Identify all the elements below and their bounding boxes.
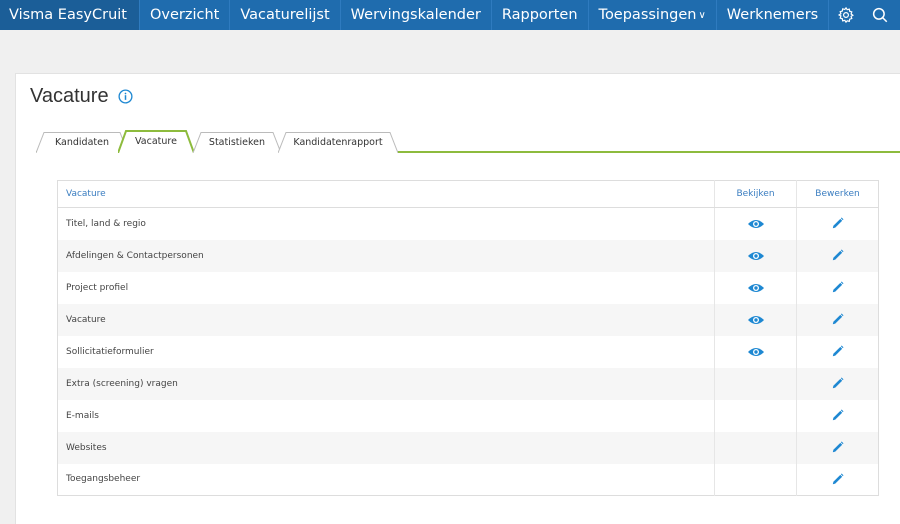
- nav-item-toepassingen[interactable]: Toepassingen ∨: [589, 0, 717, 30]
- row-label: E-mails: [66, 410, 99, 421]
- info-icon[interactable]: [118, 89, 133, 104]
- table-row: Toegangsbeheer: [58, 463, 879, 496]
- table-row: Websites: [57, 431, 879, 464]
- pencil-icon[interactable]: [830, 280, 845, 295]
- edit-cell: [796, 431, 879, 464]
- pencil-icon[interactable]: [830, 312, 845, 327]
- pencil-icon[interactable]: [830, 216, 845, 231]
- edit-cell: [796, 463, 879, 496]
- pencil-icon[interactable]: [830, 440, 845, 455]
- table-row: Titel, land & regio: [58, 207, 879, 240]
- table-row: Sollicitatieformulier: [58, 335, 879, 368]
- table-row: Extra (screening) vragen: [57, 367, 879, 400]
- edit-cell: [796, 399, 879, 432]
- tab-statistieken-label: Statistieken: [208, 137, 266, 148]
- row-label: Extra (screening) vragen: [57, 367, 715, 400]
- pencil-icon[interactable]: [830, 472, 845, 487]
- page-title-text: Vacature: [30, 85, 109, 107]
- tab-kandidaten[interactable]: Kandidaten: [36, 132, 128, 153]
- edit-cell: [796, 239, 879, 272]
- row-label: Project profiel: [66, 282, 129, 293]
- tab-bar: Kandidaten Vacature Statistieken Kandida…: [16, 130, 900, 155]
- vacancy-sections-table: Vacature Bekijken Bewerken Titel, land &…: [57, 180, 879, 496]
- tab-kandidatenrapport[interactable]: Kandidatenrapport: [278, 132, 398, 153]
- view-cell: [714, 207, 797, 240]
- edit-cell: [796, 303, 879, 336]
- eye-icon[interactable]: [747, 250, 765, 262]
- pencil-icon[interactable]: [830, 344, 845, 359]
- edit-cell: [796, 335, 879, 368]
- eye-icon[interactable]: [747, 282, 765, 294]
- top-navigation: Visma EasyCruit Overzicht Vacaturelijst …: [0, 0, 900, 30]
- tab-statistieken[interactable]: Statistieken: [193, 132, 281, 153]
- row-label: Afdelingen & Contactpersonen: [57, 239, 715, 272]
- view-cell: [714, 431, 797, 464]
- nav-item-toepassingen-label: Toepassingen: [598, 7, 697, 23]
- nav-item-vacaturelijst[interactable]: Vacaturelijst: [230, 0, 341, 30]
- content-panel: Vacature Kandidaten Vacature Statistieke…: [15, 73, 900, 524]
- view-cell: [714, 463, 797, 496]
- nav-item-overzicht[interactable]: Overzicht: [140, 0, 231, 30]
- tab-kandidaten-label: Kandidaten: [54, 137, 110, 148]
- view-cell: [714, 399, 797, 432]
- nav-item-rapporten[interactable]: Rapporten: [492, 0, 589, 30]
- row-label: Sollicitatieformulier: [66, 346, 154, 357]
- edit-cell: [796, 207, 879, 240]
- table-row: Afdelingen & Contactpersonen: [57, 239, 879, 272]
- tab-vacature[interactable]: Vacature: [118, 130, 194, 153]
- pencil-icon[interactable]: [830, 248, 845, 263]
- table-row: Project profiel: [58, 271, 879, 304]
- eye-icon[interactable]: [747, 346, 765, 358]
- nav-item-werknemers[interactable]: Werknemers: [717, 0, 830, 30]
- column-header-bewerken: Bewerken: [796, 180, 879, 208]
- pencil-icon[interactable]: [830, 408, 845, 423]
- row-label: Websites: [57, 431, 715, 464]
- table-row: E-mails: [58, 399, 879, 432]
- edit-cell: [796, 271, 879, 304]
- tab-vacature-label: Vacature: [135, 136, 177, 147]
- chevron-down-icon: ∨: [698, 9, 706, 21]
- view-cell: [714, 367, 797, 400]
- gear-icon[interactable]: [829, 0, 863, 30]
- eye-icon[interactable]: [747, 314, 765, 326]
- row-label: Titel, land & regio: [66, 218, 146, 229]
- table-header-row: Vacature Bekijken Bewerken: [57, 180, 879, 208]
- view-cell: [714, 303, 797, 336]
- view-cell: [714, 239, 797, 272]
- tab-kandidatenrapport-label: Kandidatenrapport: [293, 137, 383, 148]
- view-cell: [714, 271, 797, 304]
- eye-icon[interactable]: [747, 218, 765, 230]
- page-title: Vacature: [30, 85, 133, 108]
- search-icon[interactable]: [863, 0, 897, 30]
- app-brand[interactable]: Visma EasyCruit: [0, 0, 140, 30]
- view-cell: [714, 335, 797, 368]
- row-label: Vacature: [57, 303, 715, 336]
- column-header-vacature: Vacature: [57, 180, 715, 208]
- row-label: Toegangsbeheer: [66, 474, 141, 485]
- table-row: Vacature: [57, 303, 879, 336]
- nav-item-wervingskalender[interactable]: Wervingskalender: [341, 0, 492, 30]
- pencil-icon[interactable]: [830, 376, 845, 391]
- edit-cell: [796, 367, 879, 400]
- column-header-bekijken: Bekijken: [714, 180, 797, 208]
